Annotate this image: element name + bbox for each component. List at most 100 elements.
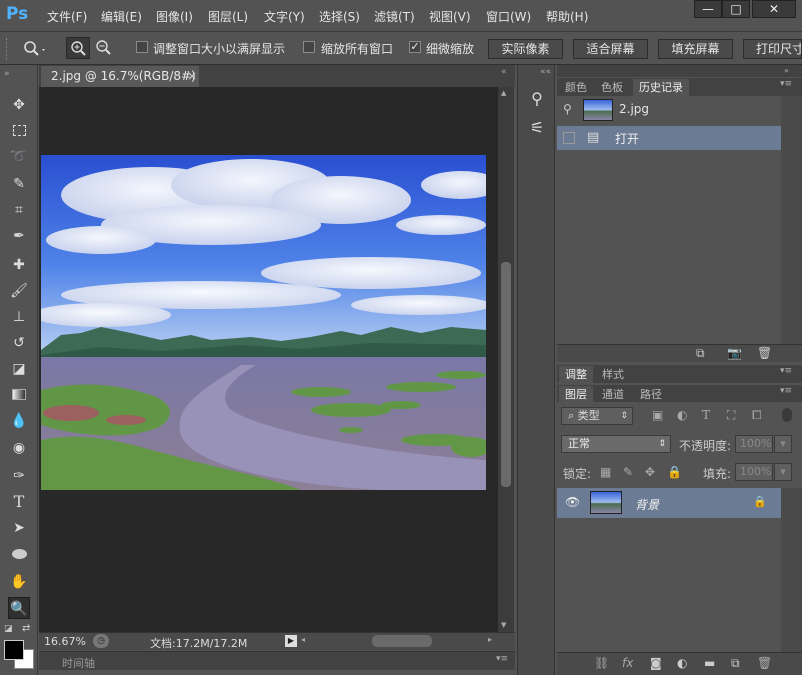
menu-view[interactable]: 视图(V) xyxy=(429,8,471,25)
scroll-left-icon[interactable]: ◂ xyxy=(301,635,305,644)
tab-adjustments[interactable]: 调整 xyxy=(559,366,593,383)
opacity-field[interactable]: 100% xyxy=(735,435,773,453)
history-scrollbar[interactable] xyxy=(781,96,802,344)
filter-type-icon[interactable]: T xyxy=(702,408,710,422)
lock-transparency-icon[interactable]: ▦ xyxy=(600,465,611,479)
tab-paths[interactable]: 路径 xyxy=(634,386,668,403)
fill-dropdown-arrow-icon[interactable]: ▾ xyxy=(774,463,792,481)
lasso-tool[interactable]: ➰ xyxy=(8,146,30,168)
layer-row-background[interactable]: 👁 背景 🔒 xyxy=(557,488,781,518)
actual-pixels-button[interactable]: 实际像素 xyxy=(488,39,563,59)
tab-layers[interactable]: 图层 xyxy=(559,386,593,403)
timeline-menu-icon[interactable]: ▾≡ xyxy=(496,654,508,664)
hand-tool[interactable]: ✋ xyxy=(8,571,30,593)
lock-position-icon[interactable]: ✥ xyxy=(645,465,655,479)
scroll-up-icon[interactable]: ▲ xyxy=(501,89,506,97)
layers-scrollbar[interactable] xyxy=(781,488,802,652)
filter-adjustment-icon[interactable]: ◐ xyxy=(677,408,687,422)
minimize-button[interactable]: — xyxy=(694,0,722,18)
eyedropper-tool[interactable]: ✒ xyxy=(8,225,30,247)
swap-colors-icon[interactable]: ⇄ xyxy=(22,623,30,634)
healing-brush-tool[interactable]: ✚ xyxy=(8,254,30,276)
delete-layer-icon[interactable]: 🗑 xyxy=(757,656,772,670)
foreground-color-swatch[interactable] xyxy=(4,640,24,660)
zoom-level-field[interactable]: 16.67% xyxy=(44,635,86,648)
gradient-tool[interactable] xyxy=(8,384,30,406)
menu-help[interactable]: 帮助(H) xyxy=(546,8,588,25)
history-brush-source-icon[interactable]: ⚲ xyxy=(563,102,572,116)
menu-filter[interactable]: 滤镜(T) xyxy=(374,8,415,25)
history-panel-menu-icon[interactable]: ▾≡ xyxy=(780,79,792,89)
vertical-scroll-thumb[interactable] xyxy=(501,262,511,487)
history-panel-button[interactable]: ⚲ xyxy=(526,89,548,111)
menu-edit[interactable]: 编辑(E) xyxy=(101,8,142,25)
zoom-out-button[interactable] xyxy=(92,37,116,59)
resize-windows-checkbox[interactable] xyxy=(136,41,148,53)
tab-color[interactable]: 颜色 xyxy=(559,79,593,96)
new-group-folder-icon[interactable]: ▬ xyxy=(704,656,715,670)
history-panel-collapse-icon[interactable]: » xyxy=(784,66,789,75)
fit-screen-button[interactable]: 适合屏幕 xyxy=(573,39,648,59)
blur-tool[interactable]: 💧 xyxy=(8,410,30,432)
menu-select[interactable]: 选择(S) xyxy=(319,8,360,25)
layer-filter-dropdown[interactable]: ⌕ 类型 ⇕ xyxy=(561,407,633,425)
move-tool[interactable]: ✥ xyxy=(8,94,30,116)
dodge-tool[interactable]: ◉ xyxy=(8,437,30,459)
camera-snapshot-icon[interactable]: 📷 xyxy=(727,346,742,360)
path-select-tool[interactable]: ➤ xyxy=(8,517,30,539)
zoom-in-button[interactable] xyxy=(66,37,90,59)
layer-visibility-eye-icon[interactable]: 👁 xyxy=(565,495,580,509)
link-layers-icon[interactable]: ⛓ xyxy=(594,656,609,670)
menu-image[interactable]: 图像(I) xyxy=(156,8,193,25)
eraser-tool[interactable]: ◪ xyxy=(8,358,30,380)
trash-icon[interactable]: 🗑 xyxy=(757,346,772,360)
layers-menu-icon[interactable]: ▾≡ xyxy=(780,386,792,396)
filter-pixel-icon[interactable]: ▣ xyxy=(652,408,663,422)
history-brush-tool[interactable]: ↺ xyxy=(8,332,30,354)
zoom-tool-preset[interactable] xyxy=(20,37,46,59)
panel-collapse-icon[interactable]: « xyxy=(501,67,507,77)
zoom-tool[interactable]: 🔍 xyxy=(8,597,30,619)
fill-screen-button[interactable]: 填充屏幕 xyxy=(658,39,733,59)
scroll-right-icon[interactable]: ▸ xyxy=(488,635,492,644)
clone-stamp-tool[interactable]: ⊥ xyxy=(8,306,30,328)
adjustments-menu-icon[interactable]: ▾≡ xyxy=(780,366,792,376)
tab-swatches[interactable]: 色板 xyxy=(595,79,629,96)
menu-file[interactable]: 文件(F) xyxy=(47,8,87,25)
blend-mode-dropdown[interactable]: 正常 ⇕ xyxy=(561,435,671,453)
scroll-down-icon[interactable]: ▼ xyxy=(501,621,506,629)
status-info-icon[interactable]: ◷ xyxy=(93,634,109,648)
type-tool[interactable]: T xyxy=(8,491,30,513)
crop-tool[interactable]: ⌗ xyxy=(8,199,30,221)
document-tab[interactable]: 2.jpg @ 16.7%(RGB/8#) × xyxy=(41,66,199,87)
menu-type[interactable]: 文字(Y) xyxy=(264,8,305,25)
tab-channels[interactable]: 通道 xyxy=(596,386,630,403)
menu-window[interactable]: 窗口(W) xyxy=(486,8,531,25)
history-state-row[interactable]: ▤ 打开 xyxy=(557,126,781,150)
history-snapshot-row[interactable]: ⚲ 2.jpg xyxy=(557,96,781,124)
ellipse-tool[interactable] xyxy=(8,543,30,565)
dock-expand-icon[interactable]: «« xyxy=(540,67,551,77)
new-layer-icon[interactable]: ⧉ xyxy=(731,656,740,671)
layer-style-fx-icon[interactable]: fx xyxy=(622,656,633,670)
zoom-all-windows-checkbox[interactable] xyxy=(303,41,315,53)
opacity-dropdown-arrow-icon[interactable]: ▾ xyxy=(774,435,792,453)
history-state-checkbox[interactable] xyxy=(563,132,575,144)
brush-tool[interactable]: 🖌 xyxy=(8,280,30,302)
tools-collapse-icon[interactable]: » xyxy=(4,69,10,79)
tab-history[interactable]: 历史记录 xyxy=(633,79,689,96)
fill-field[interactable]: 100% xyxy=(735,463,773,481)
lock-pixels-icon[interactable]: ✎ xyxy=(623,465,633,479)
menu-layer[interactable]: 图层(L) xyxy=(208,8,248,25)
pen-tool[interactable]: ✑ xyxy=(8,465,30,487)
marquee-tool[interactable] xyxy=(8,120,30,142)
options-grip[interactable] xyxy=(6,38,10,60)
lock-all-icon[interactable]: 🔒 xyxy=(667,465,682,479)
quick-select-tool[interactable]: ✎ xyxy=(8,173,30,195)
filter-toggle-switch[interactable] xyxy=(782,408,792,422)
close-tab-icon[interactable]: × xyxy=(187,66,197,86)
status-menu-arrow-icon[interactable]: ▶ xyxy=(285,635,297,647)
horizontal-scroll-thumb[interactable] xyxy=(372,635,432,647)
filter-smart-object-icon[interactable]: ⧠ xyxy=(752,408,762,423)
print-size-button[interactable]: 打印尺寸 xyxy=(743,39,802,59)
